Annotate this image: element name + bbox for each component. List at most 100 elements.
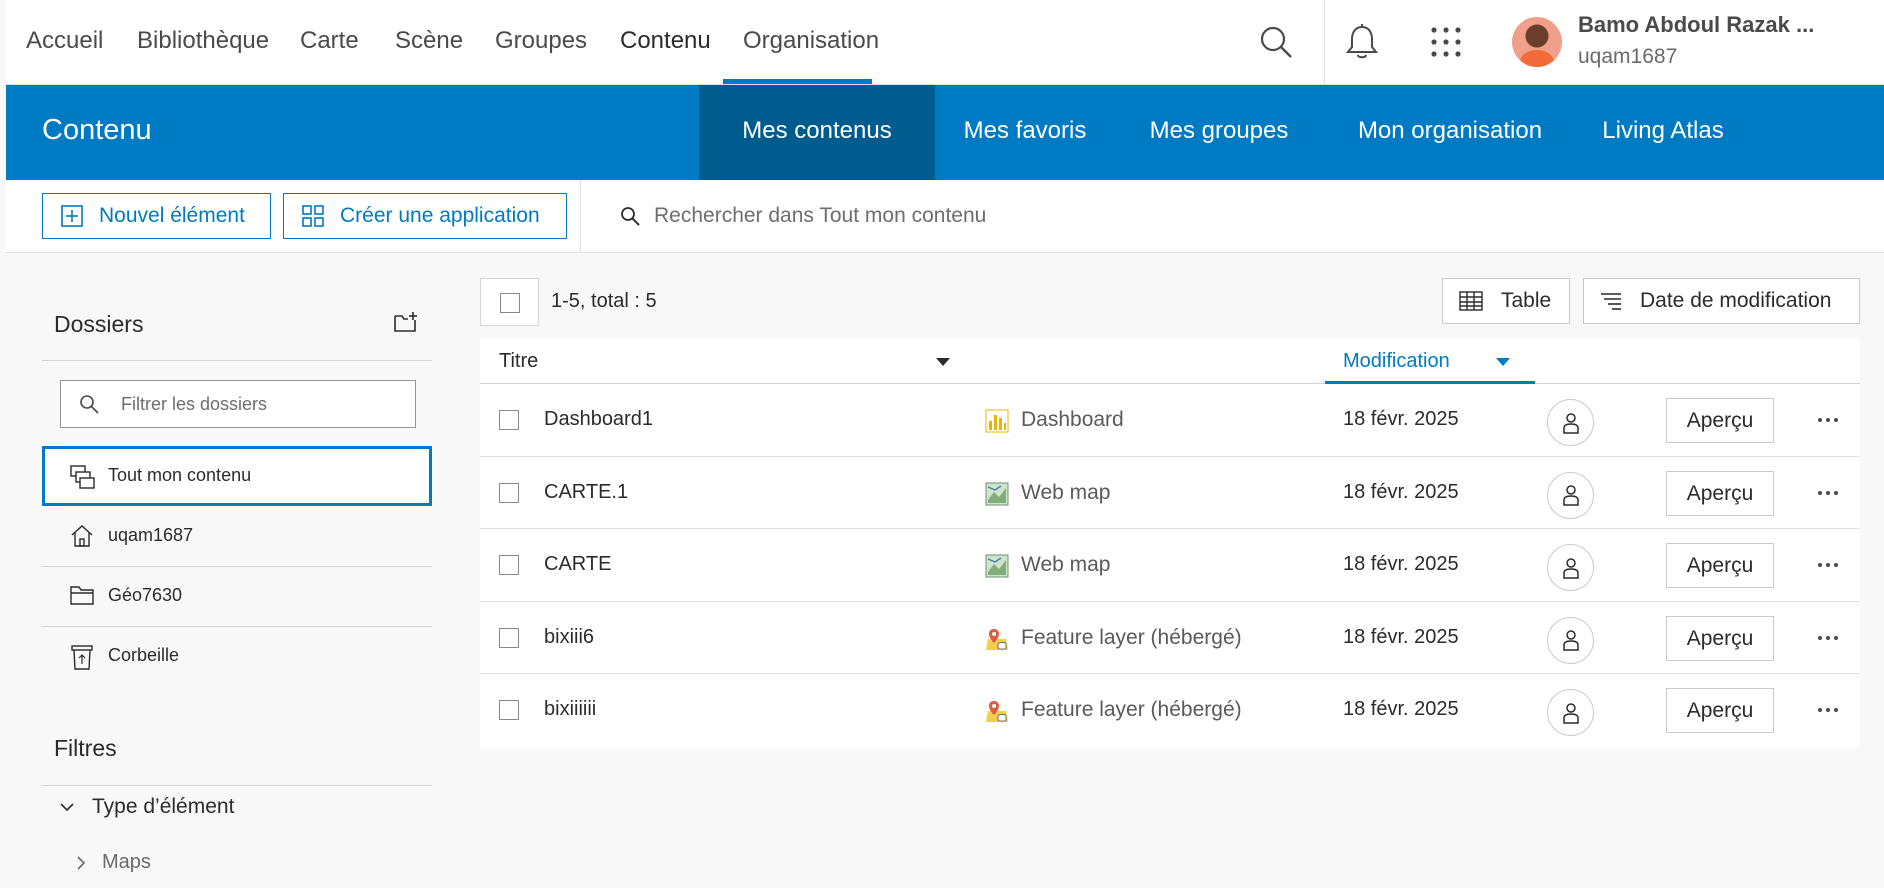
item-type: Web map [1021,553,1111,576]
table-icon [1459,291,1483,311]
column-header-title[interactable]: Titre [499,350,538,373]
dot [1826,563,1830,567]
sidebar-divider [42,360,432,361]
nav-item-bibliotheque[interactable]: Bibliothèque [137,0,269,85]
folders-title: Dossiers [54,311,144,337]
user-name[interactable]: Bamo Abdoul Razak ... [1578,12,1814,38]
sort-desc-icon[interactable] [1495,357,1511,367]
folder-item-geo7630[interactable]: Géo7630 [42,566,432,626]
web-map-icon [985,554,1009,578]
tab-mon-organisation[interactable]: Mon organisation [1323,85,1577,180]
nav-item-contenu[interactable]: Contenu [620,0,711,85]
item-title[interactable]: CARTE.1 [544,481,628,504]
add-folder-icon [394,312,417,332]
view-table-button[interactable]: Table [1442,278,1570,324]
nav-item-scene[interactable]: Scène [395,0,463,85]
more-options-button[interactable] [1810,700,1846,720]
row-checkbox[interactable] [499,700,519,720]
preview-button[interactable]: Aperçu [1666,688,1774,733]
item-title[interactable]: Dashboard1 [544,408,653,431]
table-row[interactable]: CARTE.1 Web map 18 févr. 2025 Aperçu [480,457,1860,529]
dot [1834,635,1838,640]
app-launcher-button[interactable] [1422,18,1470,66]
feature-layer-icon [986,628,1008,650]
nav-item-carte[interactable]: Carte [300,0,359,85]
content-table: Titre Modification Dashboard1 Dashboard … [480,338,1860,747]
row-checkbox[interactable] [499,482,519,503]
filter-group-item-type[interactable]: Type d’élément [60,795,234,819]
dot [1834,708,1838,712]
dot [1818,563,1822,567]
user-icon [1562,485,1579,506]
dashboard-icon [985,409,1009,433]
select-all-checkbox[interactable] [480,278,539,326]
column-header-modified[interactable]: Modification [1343,350,1450,373]
preview-button[interactable]: Aperçu [1666,615,1774,661]
tab-mes-contenus[interactable]: Mes contenus [699,85,935,180]
sort-label: Date de modification [1640,289,1832,312]
owner-button[interactable] [1547,616,1594,664]
more-options-button[interactable] [1810,410,1846,430]
item-date: 18 févr. 2025 [1343,553,1459,575]
item-title[interactable]: bixiiiiii [544,698,596,721]
search-button[interactable] [1252,18,1300,66]
more-options-button[interactable] [1810,628,1846,648]
folder-filter-field[interactable] [60,380,416,428]
content-toolbar: Nouvel élément Créer une application [6,180,1884,253]
feature-layer-icon [986,701,1008,722]
content-search-input[interactable] [654,198,1554,234]
home-icon [71,525,93,547]
user-login: uqam1687 [1578,45,1678,68]
app-launcher-icon [1431,27,1461,57]
notifications-button[interactable] [1338,18,1386,66]
item-title[interactable]: CARTE [544,553,611,576]
view-label: Table [1501,289,1552,312]
folder-filter-input[interactable] [121,391,401,417]
filter-item-maps[interactable]: Maps [76,851,151,874]
item-date: 18 févr. 2025 [1343,698,1459,720]
item-title[interactable]: bixiii6 [544,626,594,649]
tab-living-atlas[interactable]: Living Atlas [1577,85,1749,180]
row-checkbox[interactable] [499,627,519,648]
owner-button[interactable] [1547,399,1594,446]
new-item-button[interactable]: Nouvel élément [42,193,271,239]
sort-button[interactable]: Date de modification [1583,278,1860,324]
table-row[interactable]: CARTE Web map 18 févr. 2025 Aperçu [480,529,1860,602]
tab-mes-favoris[interactable]: Mes favoris [935,85,1115,180]
avatar[interactable] [1512,17,1562,67]
toolbar-separator [580,180,581,253]
item-date: 18 févr. 2025 [1343,625,1459,648]
dot [1818,635,1822,640]
item-date: 18 févr. 2025 [1343,408,1459,430]
table-row[interactable]: Dashboard1 Dashboard 18 févr. 2025 Aperç… [480,384,1860,457]
recycle-bin-icon [71,645,93,670]
preview-button[interactable]: Aperçu [1666,543,1774,588]
tab-mes-groupes[interactable]: Mes groupes [1115,85,1323,180]
table-row[interactable]: bixiiiiii Feature layer (hébergé) 18 fév… [480,674,1860,747]
folder-label: Géo7630 [108,585,183,605]
row-checkbox[interactable] [499,410,519,430]
nav-item-accueil[interactable]: Accueil [26,0,103,85]
preview-button[interactable]: Aperçu [1666,398,1774,443]
more-options-button[interactable] [1810,483,1846,503]
folder-item-corbeille[interactable]: Corbeille [42,626,432,686]
more-options-button[interactable] [1810,555,1846,575]
content-header: Contenu Mes contenus Mes favoris Mes gro… [6,85,1884,180]
filters-divider [42,785,432,786]
owner-button[interactable] [1547,689,1594,736]
add-folder-button[interactable] [394,311,418,338]
row-checkbox[interactable] [499,555,519,575]
caret-down-icon[interactable] [935,357,951,367]
preview-button[interactable]: Aperçu [1666,470,1774,516]
owner-button[interactable] [1547,544,1594,591]
create-app-button[interactable]: Créer une application [283,193,567,239]
folder-item-uqam1687[interactable]: uqam1687 [42,506,432,566]
create-app-label: Créer une application [340,204,540,227]
sort-lines-icon [1601,293,1621,310]
table-row[interactable]: bixiii6 Feature layer (hébergé) 18 févr.… [480,602,1860,674]
plus-square-icon [61,205,83,227]
owner-button[interactable] [1547,471,1594,519]
nav-item-groupes[interactable]: Groupes [495,0,587,85]
nav-item-organisation[interactable]: Organisation [743,0,879,85]
folder-item-all-content[interactable]: Tout mon contenu [42,446,432,506]
